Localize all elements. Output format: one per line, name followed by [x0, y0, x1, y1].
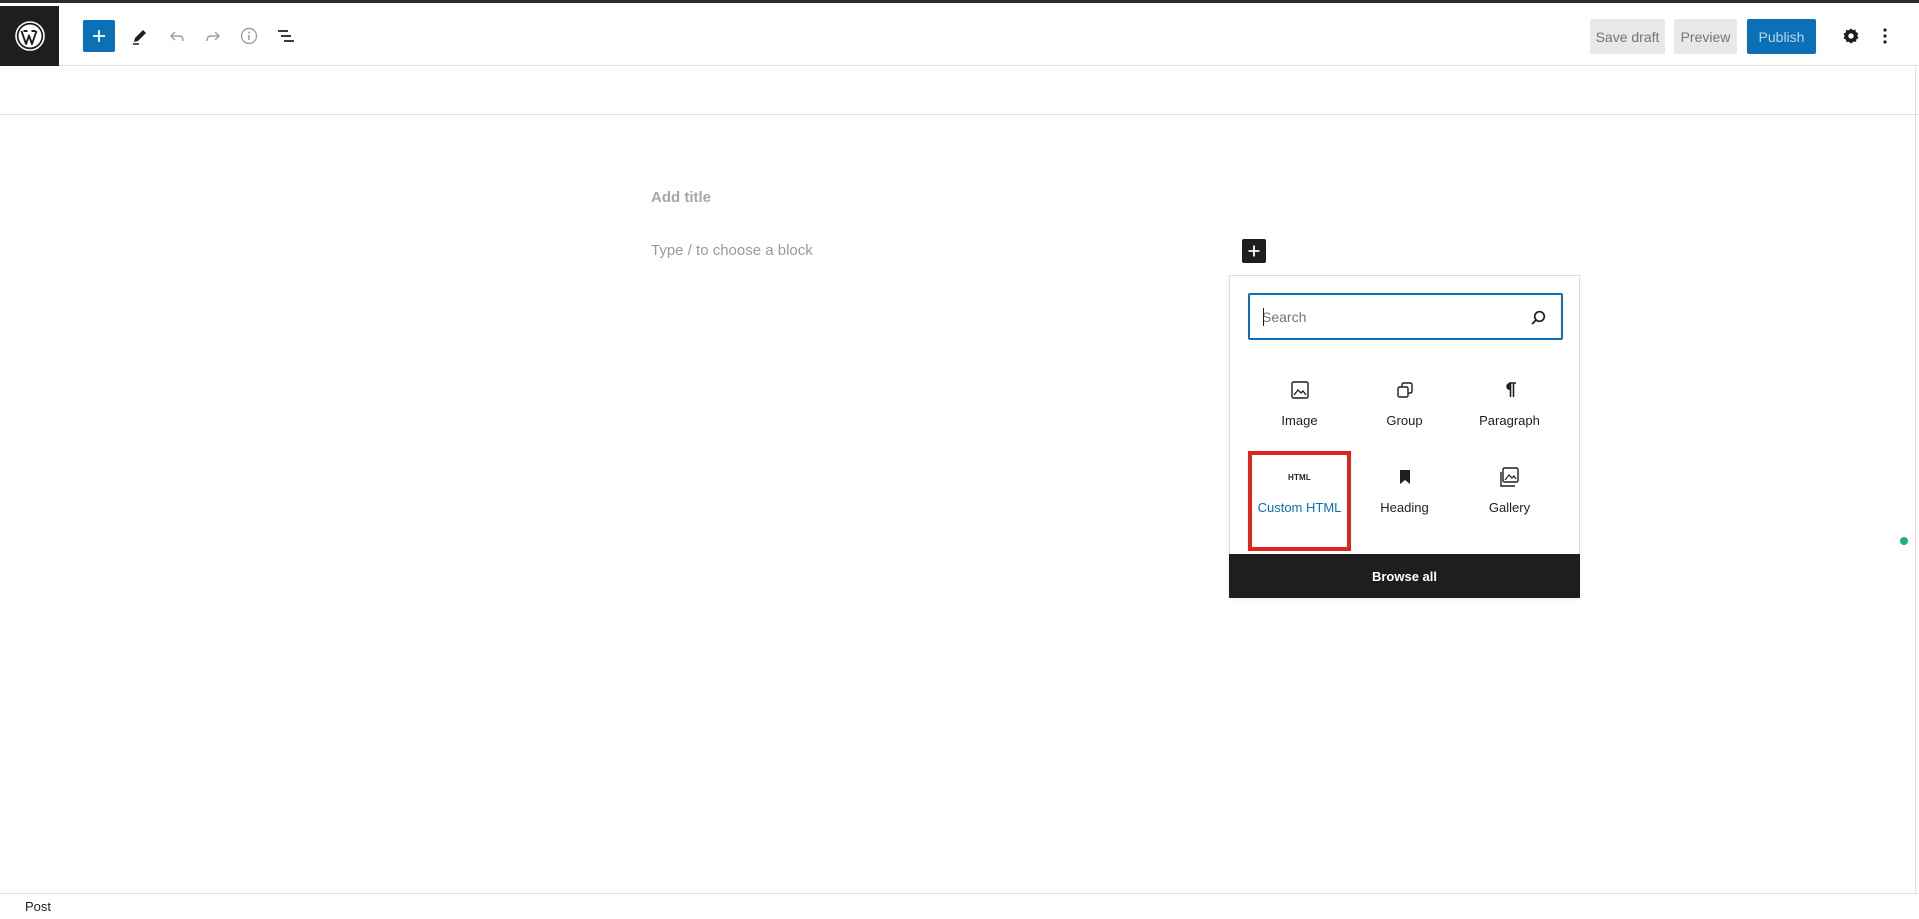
editor-window: Save draft Preview Publish Add title Typ…: [0, 0, 1919, 919]
block-label: Custom HTML: [1257, 500, 1342, 515]
heading-bookmark-icon: [1395, 463, 1415, 491]
top-toolbar: Save draft Preview Publish: [0, 6, 1919, 66]
status-indicator: [1900, 537, 1908, 545]
paragraph-icon: [1500, 376, 1520, 404]
block-label: Heading: [1380, 500, 1429, 515]
options-button[interactable]: [1873, 20, 1897, 52]
block-item-gallery[interactable]: Gallery: [1458, 451, 1561, 551]
block-label: Paragraph: [1479, 413, 1540, 428]
list-view-icon: [278, 30, 294, 42]
block-item-paragraph[interactable]: Paragraph: [1458, 364, 1561, 464]
post-title-placeholder[interactable]: Add title: [651, 189, 711, 206]
more-vertical-icon: [1883, 28, 1887, 44]
tools-button[interactable]: [124, 20, 156, 52]
preview-button[interactable]: Preview: [1674, 19, 1737, 54]
pencil-icon: [133, 30, 146, 45]
inline-add-block-button[interactable]: [1242, 239, 1266, 263]
search-icon: [1531, 310, 1546, 325]
save-draft-button[interactable]: Save draft: [1590, 19, 1665, 54]
block-item-heading[interactable]: Heading: [1353, 451, 1456, 551]
block-inserter-popover: Image Group Paragraph HTML: [1229, 275, 1580, 598]
redo-icon: [206, 31, 221, 41]
text-caret: [1263, 308, 1264, 326]
gallery-icon: [1499, 463, 1521, 491]
block-label: Group: [1386, 413, 1423, 428]
details-button[interactable]: [233, 20, 265, 52]
block-placeholder[interactable]: Type / to choose a block: [651, 242, 813, 259]
group-icon: [1395, 376, 1415, 404]
breadcrumb-post[interactable]: Post: [25, 899, 51, 914]
block-item-image[interactable]: Image: [1248, 364, 1351, 464]
search-input[interactable]: [1262, 305, 1522, 329]
browse-all-button[interactable]: Browse all: [1229, 554, 1580, 598]
undo-button[interactable]: [161, 20, 193, 52]
undo-icon: [169, 31, 184, 41]
block-label: Gallery: [1488, 500, 1531, 515]
gear-icon: [1843, 28, 1859, 44]
plus-icon: [93, 30, 105, 42]
settings-button[interactable]: [1835, 20, 1867, 52]
block-toolbar-area: [0, 67, 1919, 115]
block-label: Image: [1281, 413, 1318, 428]
search-box[interactable]: [1248, 293, 1563, 340]
divider: [1915, 67, 1916, 893]
publish-button[interactable]: Publish: [1747, 19, 1816, 54]
wordpress-logo-icon: [14, 21, 45, 51]
info-icon: [240, 27, 258, 45]
image-icon: [1290, 376, 1310, 404]
html-icon: HTML: [1287, 472, 1311, 482]
plus-icon: [1248, 245, 1260, 257]
block-item-group[interactable]: Group: [1353, 364, 1456, 464]
block-item-custom-html[interactable]: HTML Custom HTML: [1248, 451, 1351, 551]
wordpress-logo[interactable]: [0, 6, 59, 66]
footer-breadcrumb-bar: Post: [0, 893, 1919, 919]
add-block-button[interactable]: [83, 20, 115, 52]
redo-button[interactable]: [197, 20, 229, 52]
list-view-button[interactable]: [270, 20, 302, 52]
